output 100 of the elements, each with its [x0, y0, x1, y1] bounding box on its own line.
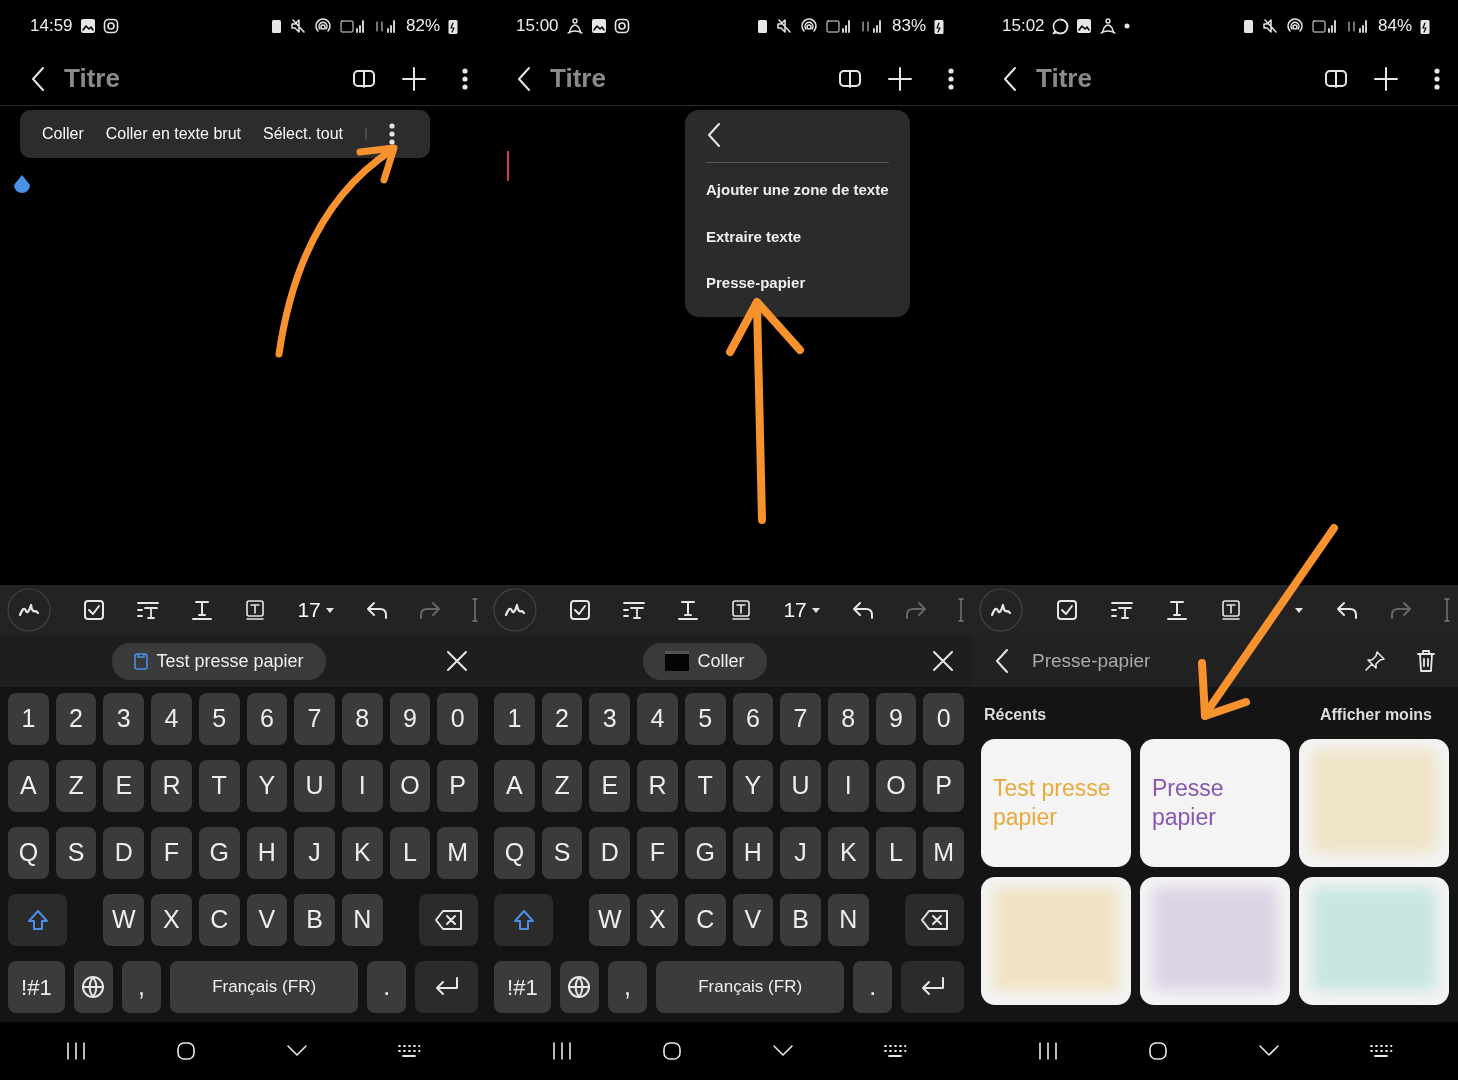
checkbox-icon[interactable] [1056, 599, 1078, 621]
menu-item[interactable]: Extraire texte [706, 213, 889, 260]
text-box-icon[interactable] [1220, 599, 1242, 621]
keyboard-key[interactable]: A [494, 760, 535, 812]
redo-icon[interactable] [418, 600, 441, 620]
text-format-icon[interactable] [1166, 599, 1188, 621]
show-less-link[interactable]: Afficher moins [1320, 703, 1432, 727]
add-icon[interactable] [1374, 66, 1398, 91]
keyboard-key[interactable]: B [780, 894, 821, 946]
keyboard-key[interactable]: Q [494, 827, 535, 879]
keyboard-key[interactable]: V [732, 894, 774, 946]
keyboard-key[interactable]: H [732, 827, 774, 879]
keyboard-key[interactable]: L [389, 827, 431, 879]
keyboard-key[interactable]: O [875, 760, 917, 812]
keyboard-key[interactable]: 8 [827, 693, 869, 745]
keyboard-key[interactable]: 7 [780, 693, 821, 745]
keyboard-key[interactable]: B [294, 894, 335, 946]
text-style-icon[interactable] [136, 600, 161, 620]
back-button[interactable] [1002, 65, 1018, 92]
keyboard-key[interactable]: I [827, 760, 869, 812]
book-icon[interactable] [838, 67, 862, 90]
close-icon[interactable] [932, 650, 954, 672]
redo-icon[interactable] [1390, 600, 1412, 620]
text-box-icon[interactable] [244, 599, 267, 621]
keyboard-key[interactable]: 8 [341, 693, 383, 745]
symbols-key[interactable]: !#1 [494, 961, 551, 1013]
keyboard-key[interactable]: 6 [246, 693, 288, 745]
keyboard-key[interactable]: L [875, 827, 917, 879]
keyboard-key[interactable]: V [246, 894, 288, 946]
keyboard-key[interactable]: P [923, 760, 965, 812]
keyboard-key[interactable]: 0 [437, 693, 479, 745]
back-button[interactable] [30, 65, 46, 92]
keyboard-key[interactable]: , [121, 961, 162, 1013]
trash-icon[interactable] [1416, 649, 1436, 673]
keyboard-key[interactable]: C [198, 894, 240, 946]
blurred-clipboard-item[interactable] [1299, 877, 1449, 1005]
blurred-clipboard-item[interactable] [981, 877, 1131, 1005]
keyboard-key[interactable]: J [294, 827, 335, 879]
back-button[interactable] [706, 122, 722, 148]
checkbox-icon[interactable] [83, 599, 106, 621]
language-key[interactable] [73, 961, 113, 1013]
keyboard-key[interactable]: E [589, 760, 631, 812]
chevron-down-icon[interactable] [771, 1044, 794, 1058]
handwriting-pen-icon[interactable] [6, 587, 52, 633]
keyboard-key[interactable]: F [151, 827, 192, 879]
keyboard-key[interactable]: M [437, 827, 479, 879]
keyboard-key[interactable]: G [684, 827, 726, 879]
toolbar-option[interactable]: Coller [42, 122, 84, 146]
recent-apps-icon[interactable] [1036, 1042, 1059, 1060]
pin-icon[interactable] [1364, 650, 1386, 672]
text-style-icon[interactable] [1110, 600, 1134, 620]
keyboard-key[interactable]: U [294, 760, 335, 812]
language-key[interactable] [559, 961, 599, 1013]
clipboard-suggestion-chip[interactable]: Coller [643, 642, 767, 680]
text-style-icon[interactable] [622, 600, 647, 620]
more-options-icon[interactable] [389, 123, 396, 145]
keyboard-key[interactable]: 4 [151, 693, 192, 745]
enter-key[interactable] [901, 961, 964, 1013]
space-key[interactable]: Français (FR) [656, 961, 845, 1013]
keyboard-key[interactable]: W [589, 894, 631, 946]
redo-icon[interactable] [904, 600, 927, 620]
chevron-down-icon[interactable] [285, 1044, 308, 1058]
keyboard-key[interactable]: T [684, 760, 726, 812]
keyboard-key[interactable]: K [341, 827, 383, 879]
clipboard-suggestion-chip[interactable]: Test presse papier [112, 642, 326, 680]
keyboard-key[interactable]: T [198, 760, 240, 812]
blurred-clipboard-item[interactable] [1299, 739, 1449, 867]
keyboard-key[interactable]: M [923, 827, 965, 879]
text-format-icon[interactable] [191, 599, 214, 621]
keyboard-key[interactable]: . [853, 961, 893, 1013]
shift-key[interactable] [8, 894, 67, 946]
keyboard-icon[interactable] [883, 1044, 908, 1058]
keyboard-key[interactable]: X [151, 894, 192, 946]
font-size-selector[interactable]: 17 [297, 594, 335, 626]
undo-icon[interactable] [1336, 600, 1358, 620]
backspace-key[interactable] [419, 894, 479, 946]
keyboard-key[interactable]: R [151, 760, 192, 812]
handwriting-pen-icon[interactable] [978, 587, 1024, 633]
book-icon[interactable] [352, 67, 376, 90]
keyboard-key[interactable]: . [367, 961, 407, 1013]
symbols-key[interactable]: !#1 [8, 961, 65, 1013]
keyboard-key[interactable]: U [780, 760, 821, 812]
keyboard-key[interactable]: G [198, 827, 240, 879]
text-box-icon[interactable] [730, 599, 753, 621]
keyboard-key[interactable]: X [637, 894, 678, 946]
keyboard-key[interactable]: , [607, 961, 648, 1013]
keyboard-key[interactable]: 0 [923, 693, 965, 745]
font-size-selector[interactable]: 17 [783, 594, 821, 626]
keyboard-key[interactable]: Y [732, 760, 774, 812]
keyboard-key[interactable]: Q [8, 827, 49, 879]
home-icon[interactable] [176, 1041, 197, 1061]
keyboard-key[interactable]: 4 [637, 693, 678, 745]
menu-item[interactable]: Ajouter une zone de texte [706, 167, 889, 214]
keyboard-key[interactable]: 2 [541, 693, 583, 745]
keyboard-key[interactable]: W [103, 894, 145, 946]
keyboard-key[interactable]: 6 [732, 693, 774, 745]
more-options-icon[interactable] [948, 67, 954, 90]
handle-icon[interactable] [1444, 597, 1452, 623]
checkbox-icon[interactable] [569, 599, 592, 621]
handle-icon[interactable] [472, 597, 480, 623]
